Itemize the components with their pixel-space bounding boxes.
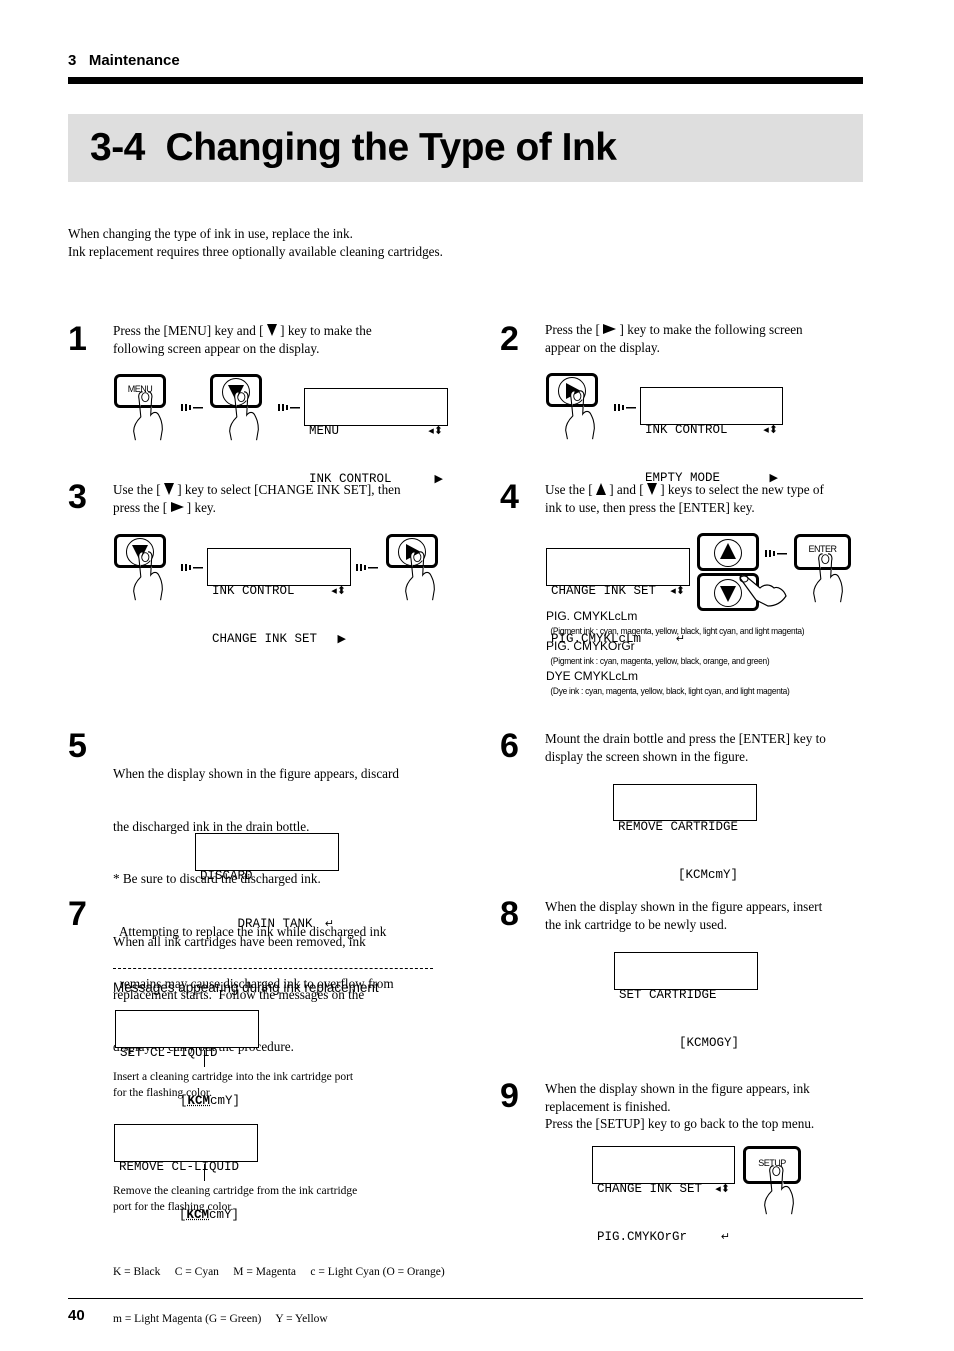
step-number: 4 (500, 478, 519, 516)
step-number: 2 (500, 320, 519, 358)
finger-hand-icon (133, 391, 163, 441)
lcd-display: SET CARTRIDGE [KCMOGY] (614, 952, 758, 1050)
finger-hand-icon (813, 553, 843, 603)
step-4-text: Use the [ ] and [ ] keys to select the n… (545, 482, 824, 515)
step-number: 9 (500, 1077, 519, 1115)
right-arrow-icon (603, 324, 617, 334)
callout-line (204, 1164, 205, 1181)
lcd-display: REMOVE CARTRIDGE [KCMcmY] (613, 784, 757, 882)
lcd-display: SET CL-LIQUID [KCMcmY] (115, 1010, 259, 1108)
ink-type-desc: (Dye ink : cyan, magenta, yellow, black,… (550, 686, 790, 697)
msg2-note: Remove the cleaning cartridge from the i… (113, 1185, 358, 1213)
nav-right-icon: ▶ (337, 632, 346, 645)
ink-type-name: PIG. CMYKLcLm (546, 609, 638, 623)
msg1-note: Insert a cleaning cartridge into the ink… (113, 1071, 354, 1099)
intro-line: When changing the type of ink in use, re… (68, 226, 353, 241)
finger-hand-icon (405, 551, 435, 601)
page-number: 40 (68, 1307, 85, 1324)
header-rule (68, 77, 863, 84)
nav-both-icon: ◂⬍ (670, 584, 685, 597)
enter-icon: ↵ (720, 1230, 730, 1243)
intro-line: Ink replacement requires three optionall… (68, 244, 443, 259)
step-9-text: When the display shown in the figure app… (545, 1081, 815, 1131)
step-number: 3 (68, 478, 87, 516)
section-title: 3-4 Changing the Type of Ink (90, 126, 617, 169)
dashed-arrow-icon (181, 564, 203, 571)
ink-type-name: PIG. CMYKOrGr (546, 639, 635, 653)
finger-hand-icon (565, 390, 595, 440)
finger-hand-icon (739, 574, 787, 607)
step-number: 1 (68, 320, 87, 358)
ink-type-desc: (Pigment ink : cyan, magenta, yellow, bl… (550, 626, 805, 637)
dashed-arrow-icon (181, 404, 203, 411)
lcd-display: MENU ◂⬍ INK CONTROL ▶ (304, 388, 448, 486)
running-head: 3 Maintenance (68, 52, 180, 69)
intro-paragraph: When changing the type of ink in use, re… (68, 225, 443, 261)
nav-both-icon: ◂⬍ (715, 1182, 730, 1195)
finger-hand-icon (133, 551, 163, 601)
down-arrow-icon (646, 483, 657, 495)
finger-hand-icon (229, 391, 259, 441)
nav-both-icon: ◂⬍ (428, 424, 443, 437)
dashed-arrow-icon (765, 550, 787, 557)
nav-right-icon: ▶ (434, 472, 443, 485)
ink-type-desc: (Pigment ink : cyan, magenta, yellow, bl… (550, 656, 770, 667)
step-number: 7 (68, 895, 87, 933)
ink-type-list: PIG. CMYKLcLm (Pigment ink : cyan, magen… (546, 609, 840, 699)
ink-type-name: DYE CMYKLcLm (546, 669, 639, 683)
step-8-text: When the display shown in the figure app… (545, 899, 823, 932)
lcd-display: DISCARD DRAIN TANK ↵ (195, 833, 339, 931)
step-2-text: Press the [ ] key to make the following … (545, 322, 803, 355)
step-number: 5 (68, 727, 87, 765)
step-number: 6 (500, 727, 519, 765)
step-3-text: Use the [ ] key to select [CHANGE INK SE… (113, 482, 401, 515)
lcd-display: CHANGE INK SET ◂⬍ PIG.CMYKLcLm ↵ (546, 548, 690, 646)
down-arrow-icon (266, 324, 277, 336)
right-arrow-icon (170, 501, 184, 512)
step-number: 8 (500, 895, 519, 933)
lcd-display: INK CONTROL ◂⬍ EMPTY MODE ▶ (640, 387, 783, 485)
lcd-display: REMOVE CL-LIQUID [KCMcmY] (114, 1124, 258, 1222)
lcd-display: CHANGE INK SET ◂⬍ PIG.CMYKOrGr ↵ (592, 1146, 735, 1244)
nav-both-icon: ◂⬍ (331, 584, 346, 597)
step-6-text: Mount the drain bottle and press the [EN… (545, 731, 826, 764)
step-1-text: Press the [MENU] key and [ ] key to make… (113, 323, 372, 356)
up-arrow-icon (595, 483, 606, 495)
dashed-arrow-icon (614, 404, 636, 411)
dashed-arrow-icon (356, 564, 378, 571)
nav-both-icon: ◂⬍ (763, 423, 778, 436)
footer-rule (68, 1298, 863, 1299)
down-arrow-icon (163, 483, 174, 495)
color-legend: K = Black C = Cyan M = Magenta c = Light… (113, 1266, 445, 1325)
messages-heading: Messages appearing during ink replacemen… (113, 980, 379, 995)
dashed-divider (113, 968, 433, 969)
finger-hand-icon (764, 1165, 794, 1215)
up-key (697, 533, 759, 571)
dashed-arrow-icon (278, 404, 300, 411)
lcd-display: INK CONTROL ◂⬍ CHANGE INK SET ▶ (207, 548, 351, 646)
callout-line (204, 1050, 205, 1067)
